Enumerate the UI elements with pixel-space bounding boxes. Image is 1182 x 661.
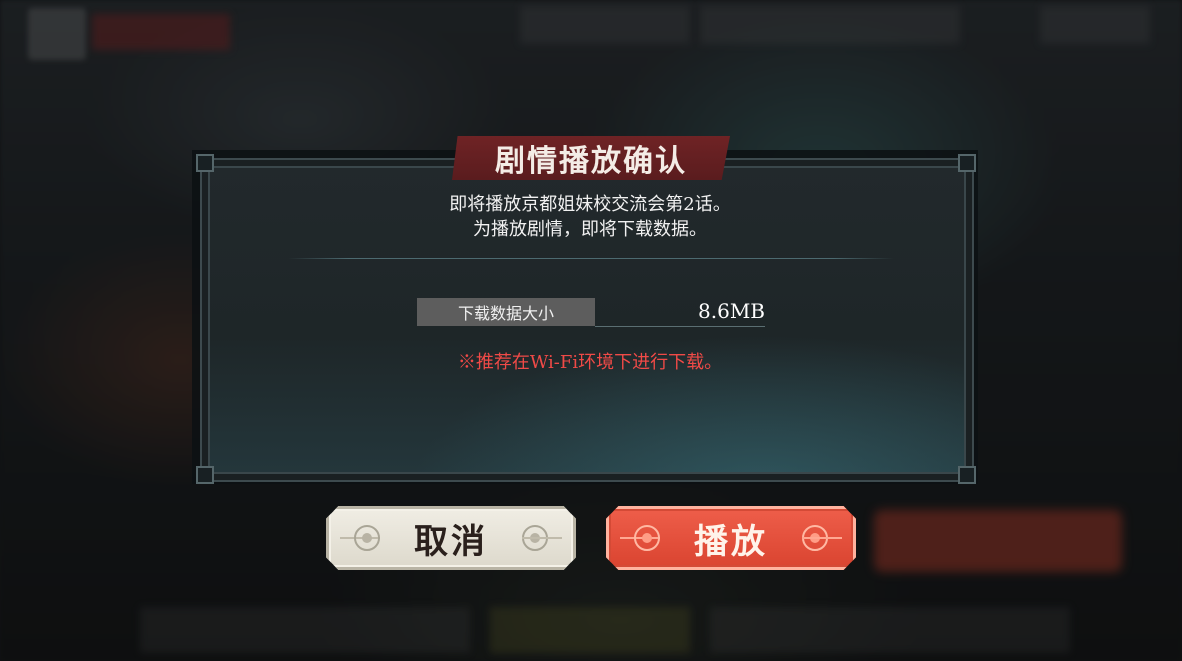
play-button[interactable]: 播放 (606, 506, 856, 570)
cancel-button[interactable]: 取消 (326, 506, 576, 570)
ornament-circle-icon (634, 525, 660, 551)
download-size-value: 8.6MB (698, 299, 765, 323)
dialog-title: 剧情播放确认 (495, 144, 687, 179)
ornament-circle-icon (354, 525, 380, 551)
dialog-corner-ornament (958, 466, 976, 484)
cancel-button-label: 取消 (414, 521, 488, 562)
dialog-corner-ornament (196, 154, 214, 172)
dialog-corner-ornament (196, 466, 214, 484)
download-size-label: 下载数据大小 (417, 298, 595, 326)
ornament-line (522, 537, 562, 539)
download-size-field: 8.6MB (595, 298, 765, 327)
message-line-2: 为播放剧情，即将下载数据。 (473, 219, 707, 240)
ornament-line (802, 537, 842, 539)
play-button-label: 播放 (694, 521, 768, 562)
divider (288, 258, 894, 259)
message-line-1: 即将播放京都姐妹校交流会第2话。 (449, 194, 731, 215)
dialog-message: 即将播放京都姐妹校交流会第2话。 为播放剧情，即将下载数据。 (240, 192, 940, 242)
wifi-recommendation-note: ※推荐在Wi-Fi环境下进行下载。 (457, 352, 723, 373)
dialog-corner-ornament (958, 154, 976, 172)
